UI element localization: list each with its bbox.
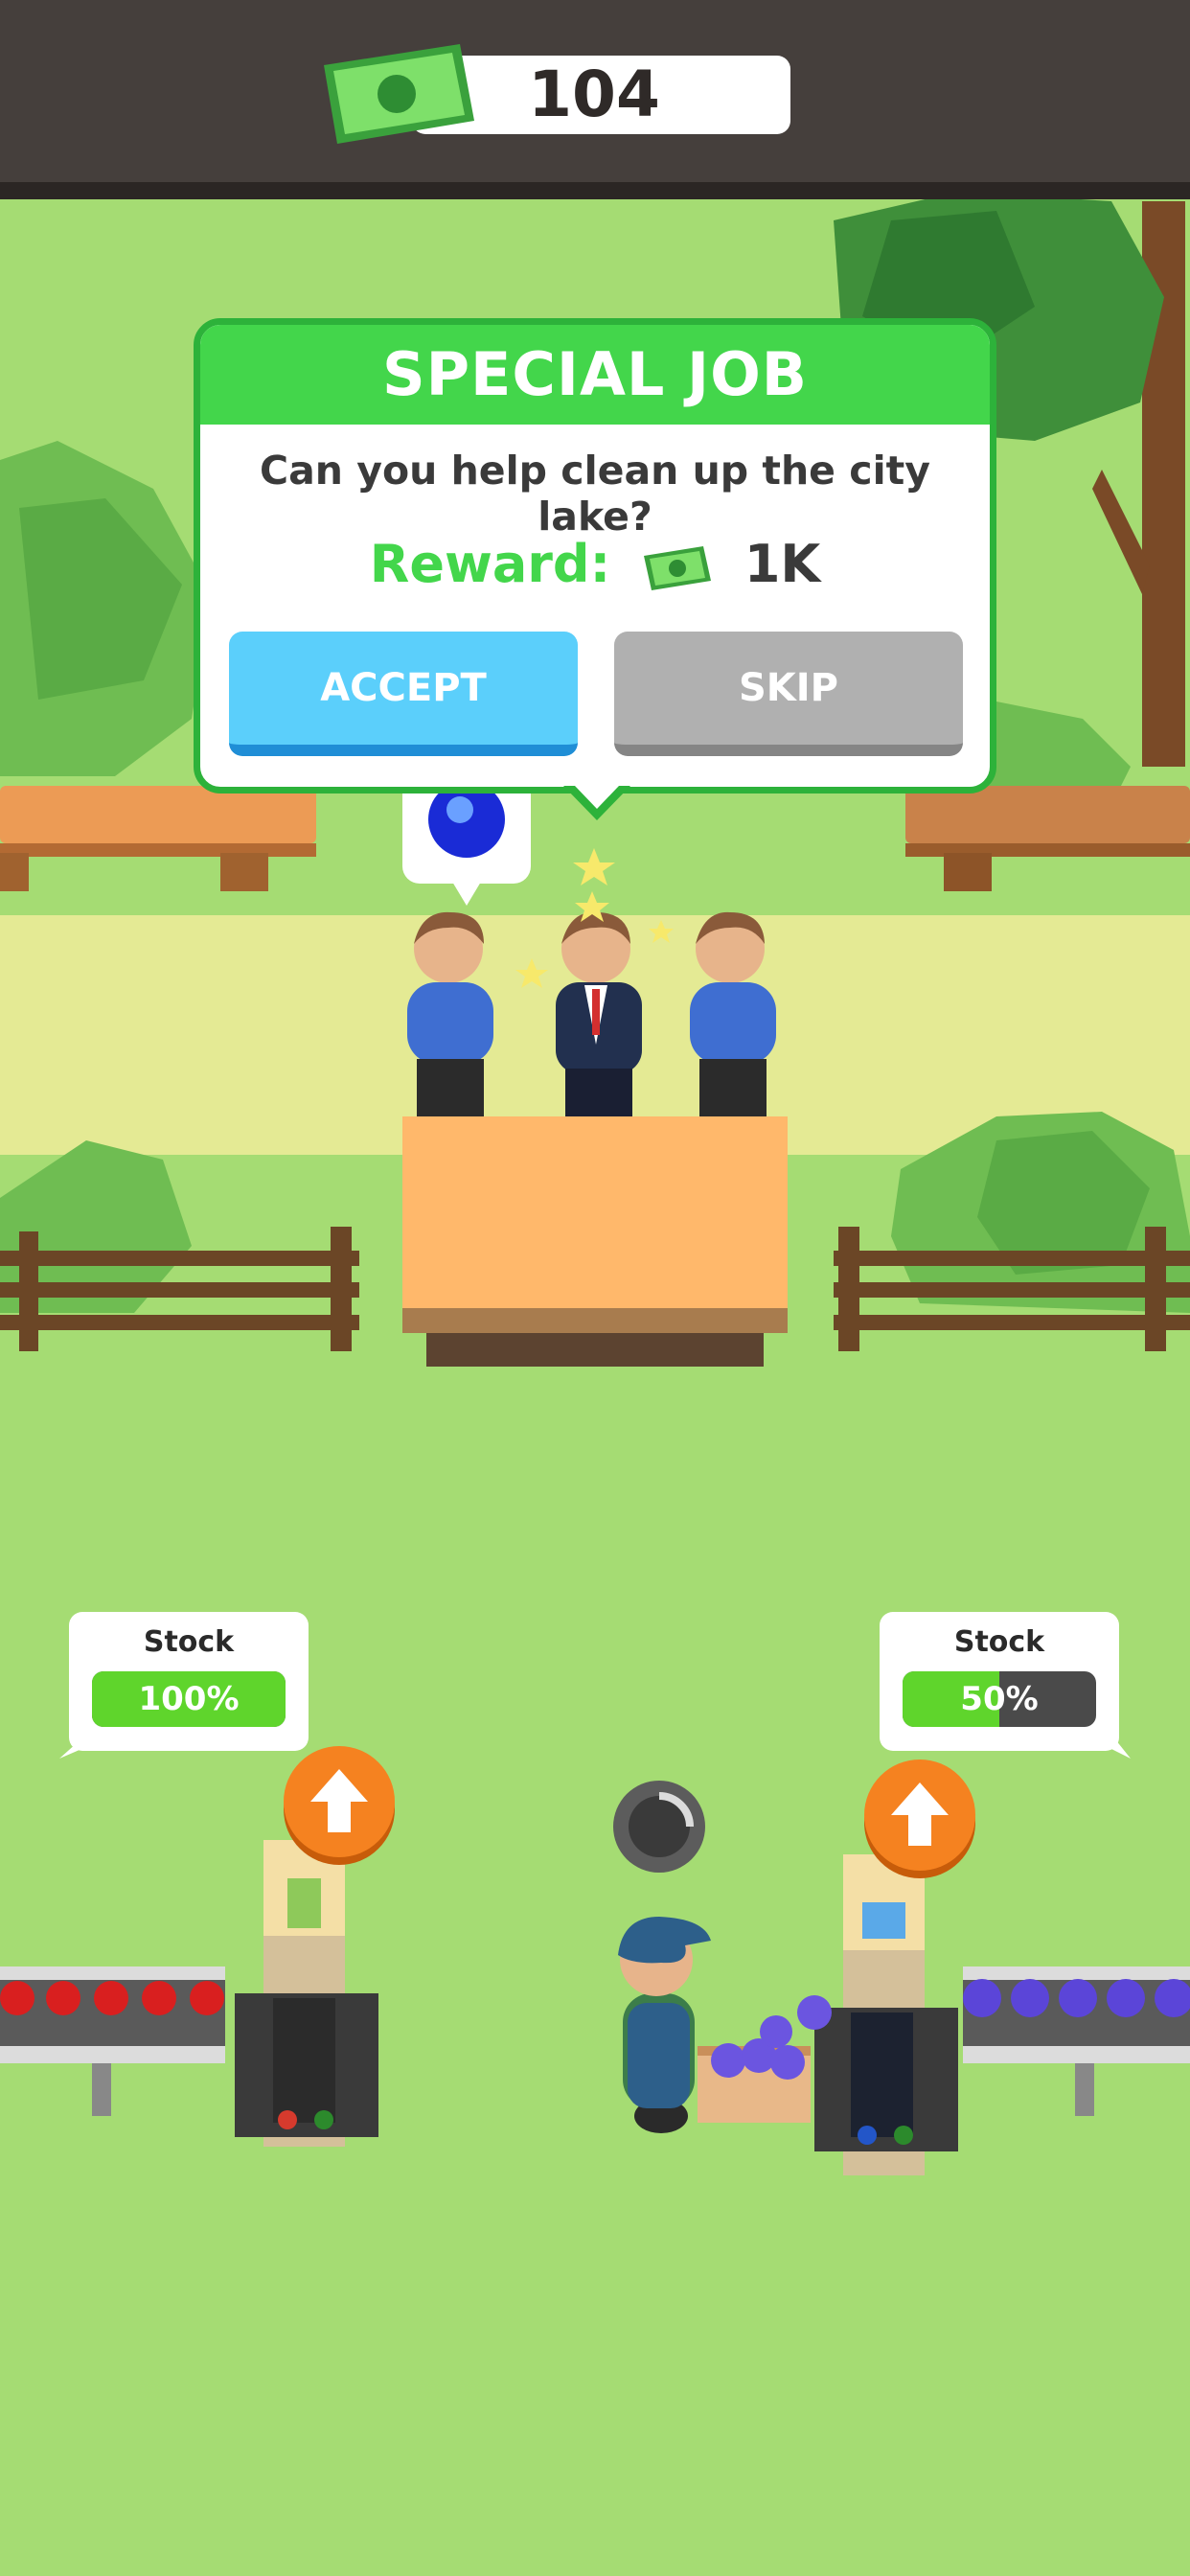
money-value: 104 xyxy=(528,58,660,131)
reward-row: Reward: 1K xyxy=(200,534,990,601)
top-bar-shadow xyxy=(0,182,1190,199)
tree-branch xyxy=(1092,470,1150,594)
customer-1 xyxy=(407,911,493,1116)
up-arrow-icon xyxy=(310,1769,368,1832)
stock-label-right: Stock xyxy=(953,1625,1045,1659)
stock-panel-left: Stock 100% xyxy=(69,1612,309,1751)
counter-table xyxy=(402,1116,788,1308)
upgrade-button-left[interactable] xyxy=(284,1746,395,1857)
stock-panel-right: Stock 50% xyxy=(880,1612,1119,1751)
blueberry-crate xyxy=(698,1995,832,2123)
up-arrow-icon xyxy=(891,1782,949,1846)
worker-player xyxy=(618,1917,711,2133)
skip-button[interactable]: SKIP xyxy=(614,632,963,756)
customer-2-suit xyxy=(556,911,642,1116)
reward-cash-icon xyxy=(644,546,711,591)
special-job-dialog: SPECIAL JOB Can you help clean up the ci… xyxy=(194,318,996,794)
dialog-pointer xyxy=(563,786,630,820)
customer-3 xyxy=(690,911,776,1116)
reward-amount: 1K xyxy=(744,534,821,594)
accept-button-label: ACCEPT xyxy=(320,666,487,710)
reward-label: Reward: xyxy=(369,534,611,594)
stock-label-left: Stock xyxy=(143,1625,235,1659)
timer-indicator xyxy=(613,1781,705,1873)
accept-button[interactable]: ACCEPT xyxy=(229,632,578,756)
skip-button-label: SKIP xyxy=(738,666,838,710)
stock-percent-right: 50% xyxy=(960,1680,1039,1718)
dialog-title: SPECIAL JOB xyxy=(381,339,809,409)
bench-left xyxy=(0,786,316,843)
stock-bar-left: 100% xyxy=(92,1671,286,1727)
stock-percent-left: 100% xyxy=(138,1680,240,1718)
dialog-message: Can you help clean up the city lake? xyxy=(260,448,930,540)
upgrade-button-right[interactable] xyxy=(864,1760,975,1871)
stock-bar-right: 50% xyxy=(903,1671,1096,1727)
bench-right xyxy=(905,786,1190,843)
